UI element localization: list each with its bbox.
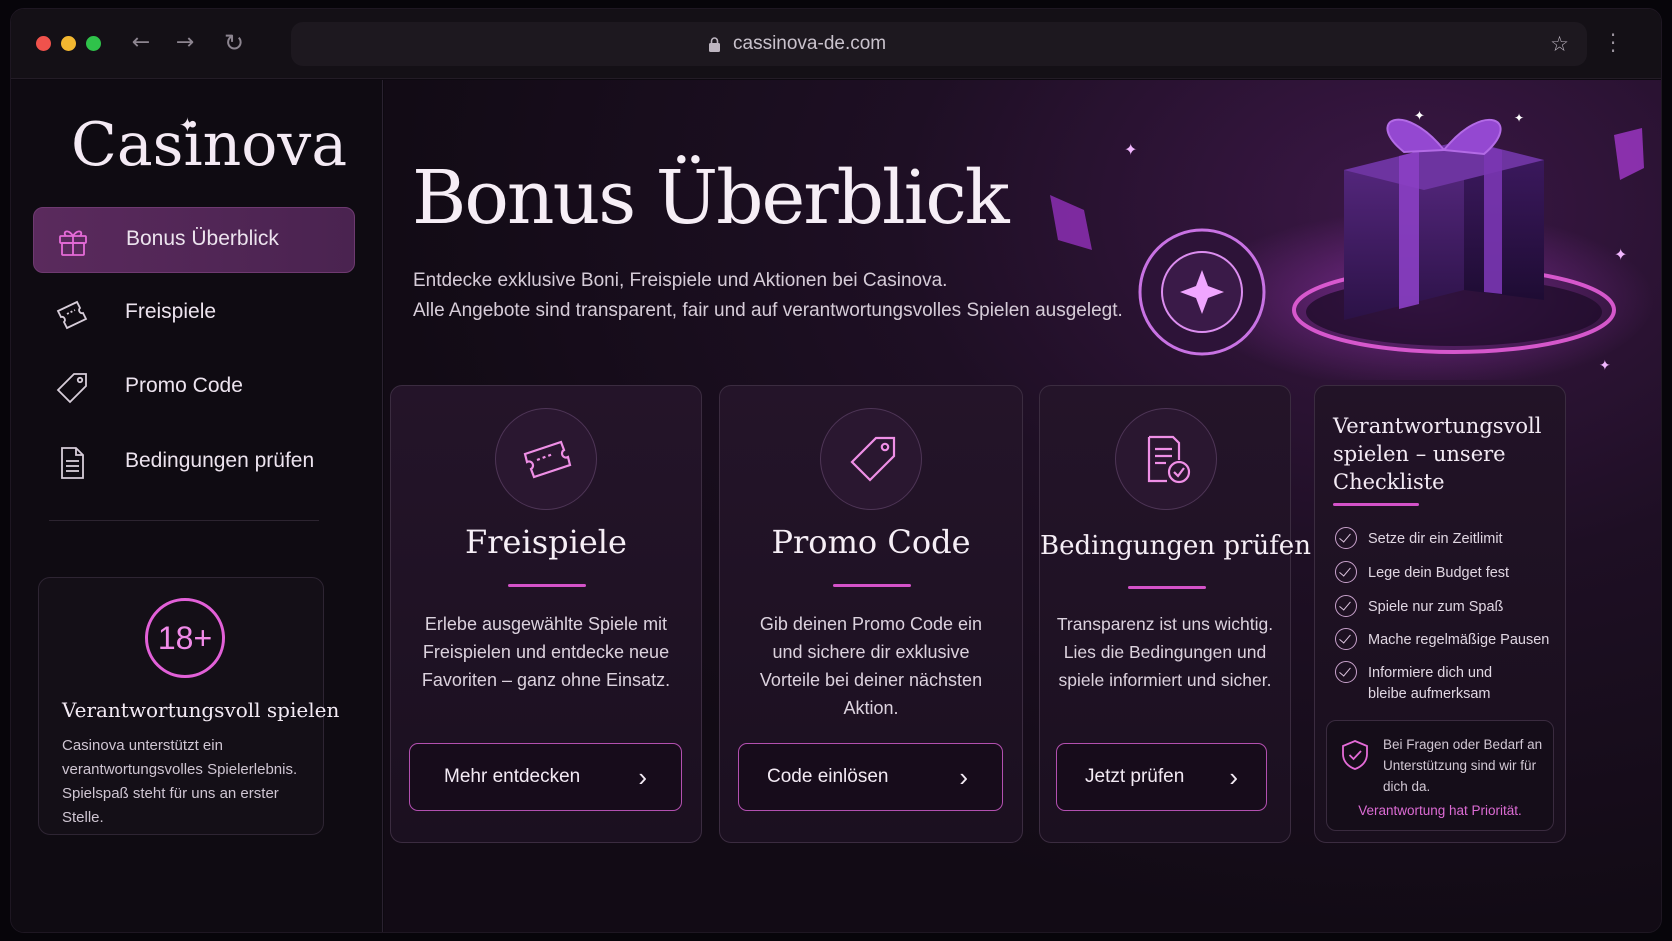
hero-description: Entdecke exklusive Boni, Freispiele und … — [413, 266, 1123, 326]
forward-arrow-icon[interactable]: → — [171, 29, 199, 57]
casinova-logo[interactable]: Casinova — [71, 110, 347, 180]
sidebar-item-bedingungen[interactable]: Bedingungen prüfen — [33, 430, 355, 496]
document-icon — [61, 447, 84, 479]
bonus-card-promo-code: Promo Code Gib deinen Promo Code ein und… — [719, 385, 1023, 843]
support-box: Bei Fragen oder Bedarf an Unterstützung … — [1326, 720, 1554, 831]
sidebar-item-promo-code[interactable]: Promo Code — [33, 355, 355, 421]
tag-icon — [56, 373, 87, 404]
card-divider — [1128, 586, 1206, 589]
check-circle-icon — [1335, 628, 1357, 650]
check-circle-icon — [1335, 661, 1357, 683]
responsible-gaming-text: Casinova unterstützt ein verantwortungsv… — [62, 737, 298, 826]
checklist-item-text: Spiele nur zum Spaß — [1368, 599, 1504, 615]
button-label: Jetzt prüfen — [1085, 766, 1185, 787]
sidebar-item-freispiele[interactable]: Freispiele — [33, 281, 355, 347]
checklist-item-text: Lege dein Budget fest — [1368, 565, 1510, 581]
checklist-divider — [1333, 503, 1419, 506]
gift-ribbon-side — [1484, 146, 1502, 294]
sparkle-icon: ✦ — [179, 113, 196, 137]
jetzt-pruefen-button[interactable]: Jetzt prüfen › — [1056, 743, 1267, 811]
checklist-title: Verantwortungsvoll spielen – unsere Chec… — [1333, 414, 1542, 494]
responsible-gaming-card: 18+ Verantwortungsvoll spielen Casinova … — [38, 577, 339, 835]
support-link[interactable]: Verantwortung hat Priorität. — [1327, 803, 1553, 818]
card-icon-circle — [820, 408, 922, 510]
checklist-item-text: Setze dir ein Zeitlimit — [1368, 531, 1503, 547]
minimize-window-button[interactable] — [61, 36, 76, 51]
sidebar: Casinova ✦ Bonus Überblick Freispiele Pr… — [11, 80, 383, 932]
sidebar-divider — [49, 520, 319, 521]
sparkle-icon: ✦ — [1614, 245, 1627, 264]
url-text: cassinova-de.com — [733, 33, 887, 54]
code-einloesen-button[interactable]: Code einlösen › — [738, 743, 1003, 811]
main-content: Bonus Überblick Entdecke exklusive Boni,… — [384, 80, 1661, 932]
gift-ribbon-vertical — [1399, 151, 1419, 309]
browser-toolbar: ← → ↻ cassinova-de.com ☆ · · · — [11, 9, 1661, 79]
maximize-window-button[interactable] — [86, 36, 101, 51]
card-title: Freispiele — [465, 523, 627, 561]
bookmark-star-icon[interactable]: ☆ — [1550, 32, 1569, 56]
hero-description-line: Entdecke exklusive Boni, Freispiele und … — [413, 270, 948, 291]
gift-and-chip-illustration: ✦ ✦ ✦ ✦ ✦ — [1050, 109, 1654, 380]
card-description: Gib deinen Promo Code ein und sichere di… — [759, 614, 983, 718]
card-description: Transparenz ist uns wichtig. Lies die Be… — [1056, 614, 1274, 690]
close-window-button[interactable] — [36, 36, 51, 51]
gem-left — [1050, 195, 1092, 250]
check-circle-icon — [1335, 527, 1357, 549]
page-title: Bonus Überblick — [412, 155, 1010, 241]
browser-window: ← → ↻ cassinova-de.com ☆ · · · Casinova ✦ … — [10, 8, 1662, 933]
responsible-gaming-checklist: Verantwortungsvoll spielen – unsere Chec… — [1314, 385, 1566, 843]
sparkle-icon: ✦ — [1124, 140, 1137, 159]
ticket-icon — [523, 440, 572, 479]
gift-bow — [1386, 118, 1502, 156]
gift-icon — [59, 230, 87, 256]
bonus-card-freispiele: Freispiele Erlebe ausgewählte Spiele mit… — [390, 385, 702, 843]
card-divider — [508, 584, 586, 587]
bonus-card-bedingungen: Bedingungen prüfen Transparenz ist uns w… — [1039, 385, 1311, 843]
address-bar[interactable]: cassinova-de.com ☆ — [291, 22, 1587, 66]
chevron-right-icon: › — [959, 762, 968, 792]
reload-icon[interactable]: ↻ — [220, 29, 248, 57]
sparkle-icon: ✦ — [1514, 111, 1524, 125]
card-title: Bedingungen prüfen — [1040, 531, 1311, 561]
back-arrow-icon[interactable]: ← — [127, 29, 155, 57]
chevron-right-icon: › — [638, 762, 647, 792]
card-description: Erlebe ausgewählte Spiele mit Freispiele… — [421, 614, 671, 690]
sidebar-item-label: Bonus Überblick — [126, 227, 279, 250]
card-icon-circle — [495, 408, 597, 510]
sidebar-item-bonus-ueberblick[interactable]: Bonus Überblick — [33, 207, 355, 273]
sidebar-item-label: Bedingungen prüfen — [125, 449, 315, 472]
checklist-item-text: Informiere dich und bleibe aufmerksam — [1368, 665, 1493, 702]
check-circle-icon — [1335, 595, 1357, 617]
checklist-item-text: Mache regelmäßige Pausen — [1368, 632, 1550, 648]
chevron-right-icon: › — [1229, 762, 1238, 792]
mehr-entdecken-button[interactable]: Mehr entdecken › — [409, 743, 682, 811]
button-label: Mehr entdecken — [444, 766, 581, 787]
sparkle-icon: ✦ — [1414, 109, 1425, 124]
hero-description-line: Alle Angebote sind transparent, fair und… — [413, 300, 1123, 321]
age-18-badge: 18+ — [145, 598, 225, 678]
sidebar-item-label: Freispiele — [125, 300, 217, 323]
sidebar-item-label: Promo Code — [125, 374, 243, 397]
card-title: Promo Code — [771, 523, 971, 561]
checklist-document-icon — [1147, 435, 1191, 484]
ticket-icon — [56, 300, 88, 330]
card-divider — [833, 584, 911, 587]
responsible-gaming-title: Verantwortungsvoll spielen — [62, 698, 340, 722]
gem-right — [1614, 128, 1644, 180]
card-icon-circle — [1115, 408, 1217, 510]
support-text: Bei Fragen oder Bedarf an Unterstützung … — [1383, 737, 1543, 794]
lock-icon — [709, 37, 720, 52]
shield-check-icon — [1342, 740, 1368, 770]
browser-menu-icon[interactable]: · · · — [1608, 25, 1618, 61]
check-circle-icon — [1335, 561, 1357, 583]
tag-icon — [850, 436, 896, 482]
sparkle-icon: ✦ — [1599, 358, 1611, 374]
button-label: Code einlösen — [767, 766, 889, 787]
